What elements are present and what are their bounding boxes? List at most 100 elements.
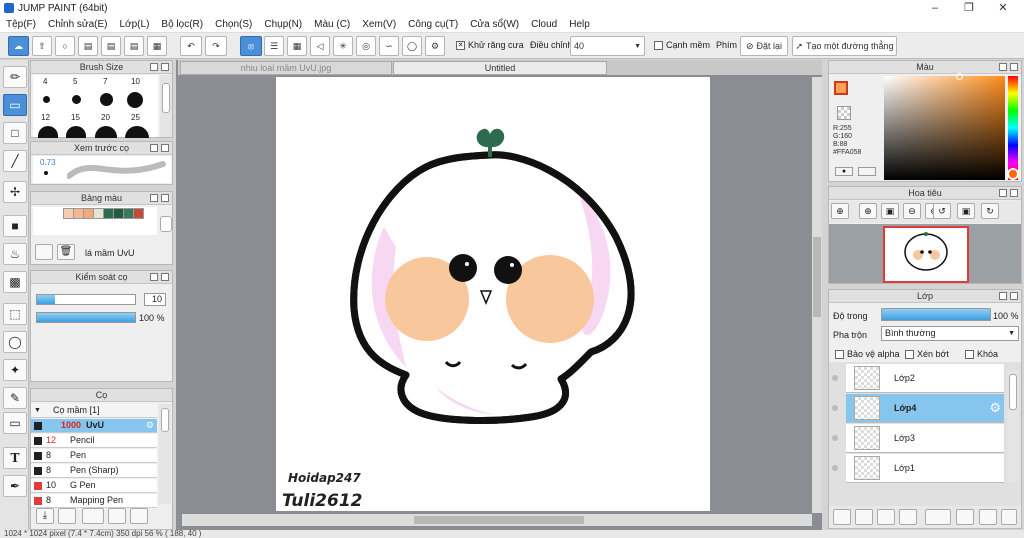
eraser-tool-icon[interactable]: ▭ (3, 94, 27, 116)
brush-group[interactable]: ▼ Cọ mầm [1] (31, 404, 157, 418)
scroll-thumb[interactable] (162, 83, 170, 113)
copy-brush-icon[interactable] (108, 508, 126, 524)
ellipse-icon[interactable]: ◯ (402, 36, 422, 56)
layer-scrollbar[interactable] (1007, 370, 1019, 482)
zoom-in-icon[interactable]: ⊕ (859, 203, 877, 219)
brush-size-5[interactable]: 5 (73, 77, 77, 86)
zoom-out-icon[interactable]: ⊖ (903, 203, 921, 219)
speech-bubble-icon[interactable]: ○ (55, 36, 75, 56)
lock-checkbox[interactable]: Khóa (965, 349, 998, 360)
layer-row[interactable]: Lớp1 (832, 454, 1004, 483)
size-slider[interactable] (36, 294, 136, 305)
fit-screen-icon[interactable]: ▣ (957, 203, 975, 219)
close-panel-icon[interactable] (161, 144, 169, 152)
float-panel-icon[interactable] (150, 144, 158, 152)
tab-untitled[interactable]: Untitled (393, 61, 607, 75)
soft-edge-checkbox[interactable]: Cạnh mềm (654, 40, 710, 51)
visibility-icon[interactable] (832, 435, 838, 441)
select-rect-tool-icon[interactable]: ⬚ (3, 303, 27, 325)
foreground-color[interactable] (834, 81, 848, 95)
curve-icon[interactable]: ∽ (379, 36, 399, 56)
lasso-tool-icon[interactable]: ◯ (3, 331, 27, 353)
gear-icon[interactable]: ⚙ (146, 419, 154, 432)
brush-size-20[interactable]: 20 (101, 113, 110, 122)
canvas-vscroll[interactable] (812, 77, 822, 513)
folder-icon[interactable] (130, 508, 148, 524)
folder-icon[interactable] (956, 509, 974, 525)
cloud-icon[interactable]: ☁ (8, 36, 29, 56)
radial-lines-icon[interactable]: ✳ (333, 36, 353, 56)
maximize-button[interactable]: ❐ (952, 0, 986, 16)
layer-opacity-slider[interactable] (881, 308, 991, 321)
menu-capture[interactable]: Chụp(N) (258, 19, 308, 30)
rotate-right-icon[interactable]: ↻ (981, 203, 999, 219)
menu-layer[interactable]: Lớp(L) (114, 19, 156, 30)
close-button[interactable]: ✕ (986, 0, 1020, 16)
gradient-tool-icon[interactable]: ▩ (3, 271, 27, 293)
straight-line-button[interactable]: ➚ Tạo một đường thẳng (792, 36, 897, 56)
opacity-slider[interactable] (36, 312, 136, 323)
download-brush-icon[interactable]: ⤓ (36, 508, 54, 524)
crosshatch-icon[interactable]: ▦ (287, 36, 307, 56)
minimize-button[interactable]: – (918, 0, 952, 16)
layer-settings-icon[interactable] (1001, 509, 1017, 525)
brush-size-15[interactable]: 15 (71, 113, 80, 122)
menu-select[interactable]: Chọn(S) (209, 19, 258, 30)
grid-settings-icon[interactable]: ▦ (147, 36, 167, 56)
parallel-lines-icon[interactable]: ☰ (264, 36, 284, 56)
brush-size-scrollbar[interactable] (160, 75, 172, 137)
close-panel-icon[interactable] (1010, 292, 1018, 300)
hue-handle[interactable] (1007, 168, 1019, 180)
vscroll-thumb[interactable] (813, 237, 821, 317)
select-eraser-tool-icon[interactable]: ▭ (3, 412, 27, 434)
eyedropper-tool-icon[interactable]: ✒ (3, 475, 27, 497)
brush-item[interactable]: 10 G Pen (31, 479, 157, 493)
float-panel-icon[interactable] (999, 292, 1007, 300)
bucket-tool-icon[interactable]: ♨ (3, 243, 27, 265)
float-panel-icon[interactable] (150, 194, 158, 202)
palette-scroll-thumb[interactable] (160, 216, 172, 232)
comment-icon[interactable]: ▤ (78, 36, 98, 56)
float-panel-icon[interactable] (999, 189, 1007, 197)
color-history-button[interactable] (858, 167, 876, 176)
undo-icon[interactable]: ↶ (180, 36, 202, 56)
layer-options-icon[interactable] (899, 509, 917, 525)
float-panel-icon[interactable] (150, 63, 158, 71)
rotate-left-icon[interactable]: ↺ (933, 203, 951, 219)
brush-size-7[interactable]: 7 (103, 77, 107, 86)
visibility-icon[interactable] (832, 405, 838, 411)
select-pen-tool-icon[interactable]: ✎ (3, 387, 27, 409)
menu-view[interactable]: Xem(V) (356, 19, 402, 30)
layer-row[interactable]: Lớp4 ⚙ (832, 394, 1004, 423)
scroll-thumb[interactable] (1009, 374, 1017, 410)
scroll-thumb[interactable] (161, 408, 169, 432)
close-panel-icon[interactable] (1010, 189, 1018, 197)
visibility-icon[interactable] (832, 375, 838, 381)
brush-item[interactable]: 12 Pencil (31, 434, 157, 448)
brush-menu-icon[interactable] (82, 508, 104, 524)
brushes-scrollbar[interactable] (159, 404, 171, 504)
magic-wand-tool-icon[interactable]: ✦ (3, 359, 27, 381)
visibility-icon[interactable] (832, 465, 838, 471)
trash-icon[interactable]: 🗑 (57, 244, 75, 260)
reset-button[interactable]: ⊘ Đặt lại (740, 36, 788, 56)
upload-icon[interactable]: ⇧ (32, 36, 52, 56)
protect-alpha-checkbox[interactable]: Bảo vệ alpha (835, 349, 900, 360)
layer-row[interactable]: Lớp2 (832, 364, 1004, 393)
layer-menu-icon[interactable] (925, 509, 951, 525)
size-input[interactable]: 10 (144, 293, 166, 306)
float-panel-icon[interactable] (999, 63, 1007, 71)
brush-item[interactable]: 1000 UvU ⚙ (31, 419, 157, 433)
fit-icon[interactable]: ▣ (881, 203, 899, 219)
close-panel-icon[interactable] (1010, 63, 1018, 71)
antialias-checkbox[interactable]: ✕ Khử răng cưa (456, 40, 524, 51)
gear-icon[interactable]: ⚙ (989, 400, 1001, 416)
new-layer-icon[interactable] (833, 509, 851, 525)
brush-size-12[interactable]: 12 (41, 113, 50, 122)
layer-row[interactable]: Lớp3 (832, 424, 1004, 453)
menu-color[interactable]: Màu (C) (308, 19, 356, 30)
color-picker-cursor[interactable] (956, 73, 963, 80)
hscroll-thumb[interactable] (414, 516, 584, 524)
redo-icon[interactable]: ↷ (205, 36, 227, 56)
canvas-hscroll[interactable] (182, 514, 812, 526)
